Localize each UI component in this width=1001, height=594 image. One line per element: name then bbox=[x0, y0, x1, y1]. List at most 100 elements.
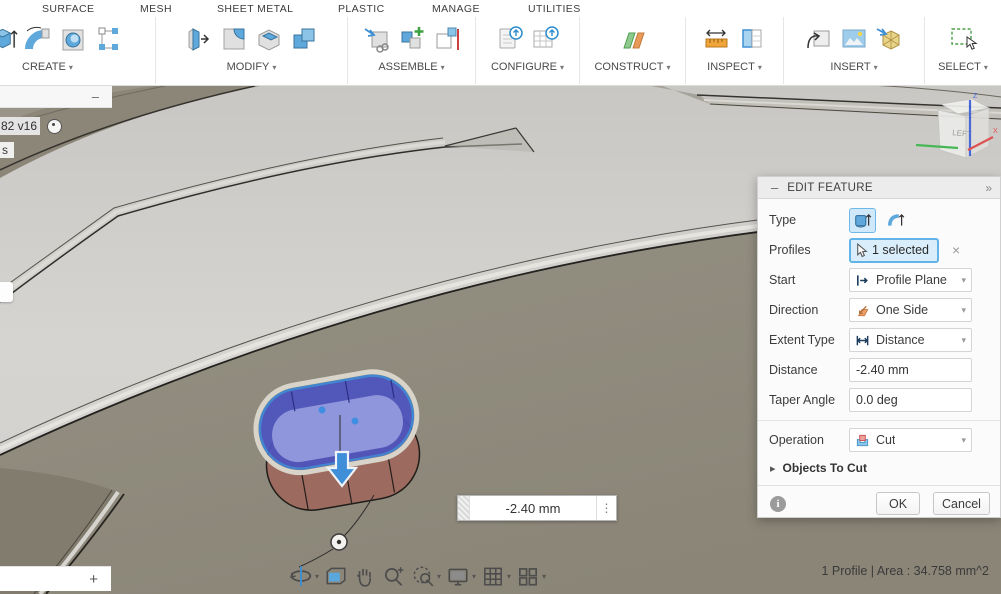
direction-dropdown[interactable]: One Side bbox=[849, 298, 972, 322]
configuration-table-icon[interactable] bbox=[530, 22, 560, 56]
group-label-create[interactable]: CREATE bbox=[22, 61, 73, 73]
chevron-down-icon bbox=[961, 275, 966, 286]
browser-panel-header[interactable] bbox=[0, 86, 112, 108]
profiles-selected-count: 1 selected bbox=[872, 243, 929, 257]
chevron-down-icon[interactable] bbox=[315, 572, 319, 581]
component-activate-icon[interactable] bbox=[47, 119, 62, 134]
group-inspect: INSPECT bbox=[686, 17, 784, 84]
new-component-icon[interactable] bbox=[362, 22, 392, 56]
derive-icon[interactable] bbox=[804, 22, 834, 56]
extrude-type-thin-button[interactable] bbox=[882, 208, 909, 233]
measure-icon[interactable] bbox=[702, 22, 732, 56]
configuration-icon[interactable] bbox=[495, 22, 525, 56]
group-select: SELECT bbox=[925, 17, 1001, 84]
cancel-button[interactable]: Cancel bbox=[933, 492, 990, 515]
operation-dropdown[interactable]: Cut bbox=[849, 428, 972, 452]
insert-mesh-icon[interactable] bbox=[874, 22, 904, 56]
group-label-select[interactable]: SELECT bbox=[938, 61, 988, 73]
ribbon-tabbar: SURFACE MESH SHEET METAL PLASTIC MANAGE … bbox=[0, 0, 1001, 17]
browser-document-row[interactable]: 82 v16 bbox=[0, 116, 62, 136]
distance-extent-icon bbox=[855, 333, 870, 348]
extrude-icon[interactable] bbox=[0, 22, 18, 56]
shell-icon[interactable] bbox=[254, 22, 284, 56]
tab-mesh[interactable]: MESH bbox=[140, 3, 172, 15]
dialog-header[interactable]: EDIT FEATURE bbox=[758, 177, 1000, 199]
operation-label: Operation bbox=[769, 433, 849, 447]
distance-label: Distance bbox=[769, 363, 849, 377]
distance-input[interactable] bbox=[849, 358, 972, 382]
chevron-down-icon[interactable] bbox=[472, 572, 476, 581]
dimension-manipulator-input[interactable] bbox=[457, 495, 617, 521]
collapse-icon[interactable] bbox=[92, 92, 99, 102]
sketch-point[interactable] bbox=[352, 418, 359, 425]
objects-to-cut-label: Objects To Cut bbox=[783, 461, 867, 475]
options-menu-button[interactable] bbox=[596, 496, 616, 520]
tab-utilities[interactable]: UTILITIES bbox=[528, 3, 581, 15]
group-configure: CONFIGURE bbox=[476, 17, 580, 84]
group-label-modify[interactable]: MODIFY bbox=[227, 61, 277, 73]
as-built-joint-icon[interactable] bbox=[432, 22, 462, 56]
hole-icon[interactable] bbox=[58, 22, 88, 56]
expand-panel-icon[interactable] bbox=[985, 181, 992, 195]
revolve-icon[interactable] bbox=[23, 22, 53, 56]
group-label-configure[interactable]: CONFIGURE bbox=[491, 61, 564, 73]
chevron-down-icon bbox=[272, 63, 276, 72]
chevron-down-icon bbox=[667, 63, 671, 72]
timeline-bar[interactable] bbox=[0, 566, 111, 591]
tree-row-label[interactable]: s bbox=[0, 142, 14, 158]
group-label-inspect[interactable]: INSPECT bbox=[707, 61, 762, 73]
extrude-type-solid-button[interactable] bbox=[849, 208, 876, 233]
rectangular-pattern-icon[interactable] bbox=[93, 22, 123, 56]
construct-plane-icon[interactable] bbox=[618, 22, 648, 56]
extent-type-label: Extent Type bbox=[769, 333, 849, 347]
timeline-add-icon[interactable] bbox=[89, 571, 98, 588]
canvas-image-icon[interactable] bbox=[839, 22, 869, 56]
tab-manage[interactable]: MANAGE bbox=[432, 3, 480, 15]
taper-angle-label: Taper Angle bbox=[769, 393, 849, 407]
press-pull-icon[interactable] bbox=[184, 22, 214, 56]
tab-sheet-metal[interactable]: SHEET METAL bbox=[217, 3, 293, 15]
fillet-icon[interactable] bbox=[219, 22, 249, 56]
group-label-construct[interactable]: CONSTRUCT bbox=[594, 61, 670, 73]
group-label-assemble[interactable]: ASSEMBLE bbox=[378, 61, 444, 73]
start-row: Start Profile Plane bbox=[769, 265, 990, 295]
viewports-button[interactable] bbox=[514, 563, 548, 589]
drag-handle[interactable] bbox=[458, 496, 470, 520]
profiles-selection-chip[interactable]: 1 selected bbox=[849, 238, 939, 263]
chevron-down-icon[interactable] bbox=[437, 572, 441, 581]
orbit-button[interactable] bbox=[287, 563, 321, 589]
ok-button[interactable]: OK bbox=[876, 492, 920, 515]
type-label: Type bbox=[769, 213, 849, 227]
chevron-down-icon[interactable] bbox=[507, 572, 511, 581]
start-dropdown[interactable]: Profile Plane bbox=[849, 268, 972, 292]
section-analysis-icon[interactable] bbox=[737, 22, 767, 56]
zoom-window-button[interactable] bbox=[409, 563, 443, 589]
info-icon[interactable] bbox=[770, 496, 786, 512]
combine-icon[interactable] bbox=[289, 22, 319, 56]
clear-selection-icon[interactable] bbox=[952, 242, 960, 258]
tab-plastic[interactable]: PLASTIC bbox=[338, 3, 385, 15]
select-icon[interactable] bbox=[948, 22, 978, 56]
grid-settings-button[interactable] bbox=[479, 563, 513, 589]
chevron-down-icon[interactable] bbox=[542, 572, 546, 581]
extent-type-dropdown[interactable]: Distance bbox=[849, 328, 972, 352]
display-settings-button[interactable] bbox=[444, 563, 478, 589]
look-at-button[interactable] bbox=[322, 563, 350, 589]
cut-operation-icon bbox=[855, 433, 870, 448]
sketch-point[interactable] bbox=[319, 407, 326, 414]
zoom-button[interactable] bbox=[380, 563, 408, 589]
objects-to-cut-expander[interactable]: Objects To Cut bbox=[769, 455, 990, 481]
chevron-down-icon bbox=[560, 63, 564, 72]
taper-angle-input[interactable] bbox=[849, 388, 972, 412]
group-label-insert[interactable]: INSERT bbox=[830, 61, 877, 73]
browser-tree-row[interactable]: s bbox=[0, 141, 14, 159]
document-version-label[interactable]: 82 v16 bbox=[0, 117, 40, 135]
distance-value-field[interactable] bbox=[470, 496, 596, 520]
panel-flyout-tab[interactable] bbox=[0, 282, 13, 302]
edit-feature-dialog: EDIT FEATURE Type Profiles 1 selected St… bbox=[757, 176, 1001, 518]
group-create: CREATE bbox=[0, 17, 156, 84]
tab-surface[interactable]: SURFACE bbox=[42, 3, 94, 15]
pan-button[interactable] bbox=[351, 563, 379, 589]
collapse-icon[interactable] bbox=[771, 184, 778, 192]
joint-icon[interactable] bbox=[397, 22, 427, 56]
